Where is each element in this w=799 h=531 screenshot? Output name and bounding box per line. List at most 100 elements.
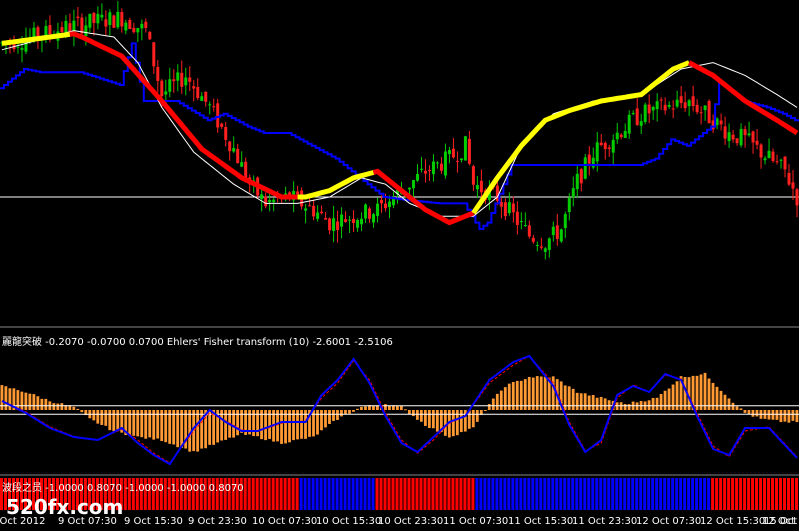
histogram-bar <box>44 398 48 410</box>
histogram-bar <box>28 393 32 410</box>
histogram-bar <box>795 410 799 423</box>
histogram-bar <box>739 408 743 410</box>
candle-body <box>415 173 419 181</box>
candle-body <box>88 13 92 28</box>
wave-bar <box>635 478 639 510</box>
wave-bar <box>487 478 491 510</box>
wave-bar <box>415 478 419 510</box>
wave-bar <box>307 478 311 510</box>
wave-bar <box>339 478 343 510</box>
histogram-bar <box>791 410 795 421</box>
wave-bar <box>367 478 371 510</box>
candle-body <box>340 214 344 227</box>
histogram-bar <box>667 388 671 410</box>
x-tick-label: 12 Oct 15:30 <box>700 516 765 527</box>
wave-bar <box>363 478 367 510</box>
wave-bar <box>683 478 687 510</box>
wave-bar <box>515 478 519 510</box>
wave-bar <box>591 478 595 510</box>
wave-bar <box>287 478 291 510</box>
histogram-bar <box>356 408 359 410</box>
candle-body <box>92 13 96 23</box>
wave-bar <box>791 478 795 510</box>
wave-bar <box>347 478 351 510</box>
candle-body <box>60 27 64 32</box>
histogram-bar <box>423 410 427 426</box>
candle-body <box>64 20 68 33</box>
histogram-bar <box>695 375 699 410</box>
wave-bar <box>531 478 535 510</box>
histogram-bar <box>32 394 36 410</box>
candle-body <box>84 25 88 37</box>
wave-bar <box>279 478 283 510</box>
histogram-bar <box>96 410 100 424</box>
wave-bar <box>447 478 451 510</box>
histogram-bar <box>52 403 56 410</box>
histogram-bar <box>427 410 431 429</box>
candle-body <box>511 203 515 213</box>
candle-body <box>635 108 639 126</box>
candle-body <box>755 140 759 145</box>
wave-bar <box>619 478 623 510</box>
candle-body <box>519 221 523 223</box>
histogram-bar <box>723 394 727 410</box>
wave-bar <box>711 478 715 510</box>
candle-body <box>775 161 779 163</box>
candle-body <box>419 168 423 170</box>
wave-bar <box>675 478 679 510</box>
wave-bar <box>571 478 575 510</box>
candle-body <box>224 127 228 140</box>
wave-bar <box>563 478 567 510</box>
candle-body <box>439 163 443 171</box>
wave-bar <box>495 478 499 510</box>
candle-body <box>723 126 727 139</box>
histogram-bar <box>495 393 499 410</box>
wave-bar <box>387 478 391 510</box>
candle-body <box>232 147 236 152</box>
wave-bar <box>379 478 383 510</box>
candle-body <box>575 173 579 190</box>
histogram-bar <box>320 410 323 431</box>
candle-body <box>763 158 767 161</box>
histogram-bar <box>16 390 20 410</box>
candle-body <box>124 22 128 31</box>
histogram-bar <box>527 376 531 410</box>
candle-body <box>356 220 360 228</box>
histogram-bar <box>100 410 104 425</box>
watermark: 520fx.com <box>6 495 123 519</box>
candle-body <box>447 149 451 155</box>
histogram-bar <box>703 372 707 410</box>
candle-body <box>192 86 196 89</box>
candle-body <box>168 79 172 92</box>
histogram-bar <box>487 404 491 410</box>
candle-body <box>100 14 104 18</box>
candle-body <box>388 201 392 208</box>
wave-bar <box>375 478 379 510</box>
wave-bar <box>527 478 531 510</box>
candle-body <box>671 108 675 110</box>
candle-body <box>427 170 431 172</box>
wave-bar <box>507 478 511 510</box>
x-tick-label: 10 Oct 07:30 <box>252 516 317 527</box>
wave-bar <box>763 478 767 510</box>
histogram-bar <box>208 410 212 445</box>
wave-bar <box>491 478 495 510</box>
candle-body <box>467 138 471 164</box>
candle-body <box>507 202 511 214</box>
candle-body <box>160 80 164 97</box>
candle-body <box>352 218 356 224</box>
wave-bar <box>775 478 779 510</box>
x-tick-label: 10 Oct 23:30 <box>378 516 443 527</box>
candle-body <box>611 139 615 153</box>
wave-bar <box>351 478 355 510</box>
wave-bar <box>671 478 675 510</box>
candle-body <box>220 123 224 127</box>
candle-body <box>647 104 651 114</box>
histogram-bar <box>663 390 667 410</box>
histogram-bar <box>164 410 168 443</box>
wave-bar <box>795 478 798 510</box>
histogram-bar <box>348 410 351 414</box>
candle-body <box>156 66 160 81</box>
candle-body <box>208 104 212 106</box>
histogram-bar <box>627 404 631 410</box>
